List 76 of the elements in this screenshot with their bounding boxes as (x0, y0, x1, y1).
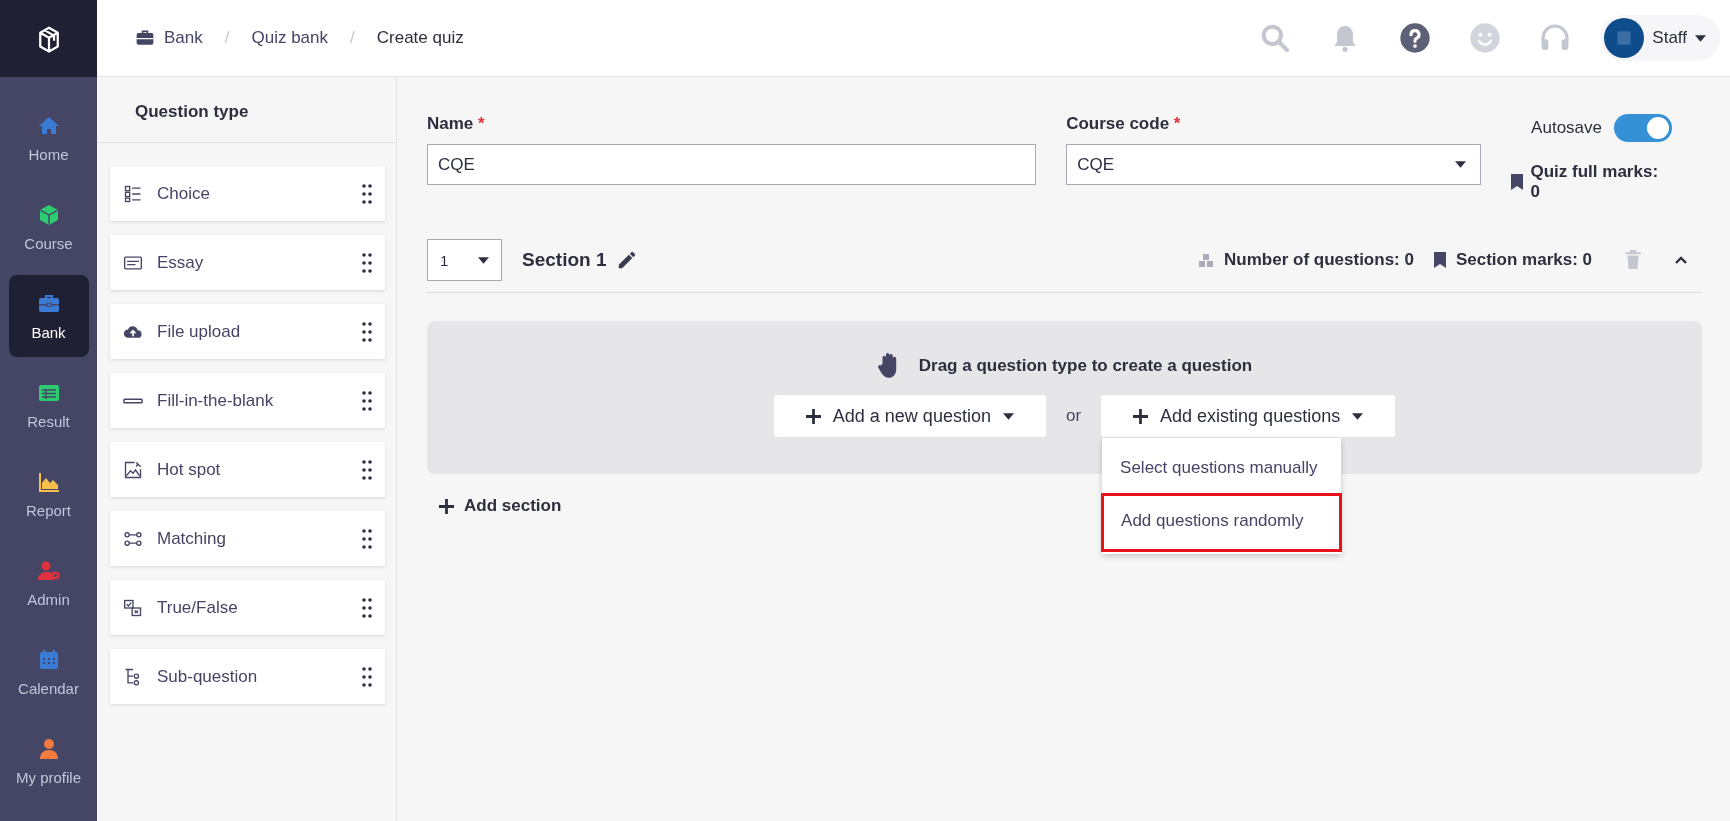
drag-handle-icon[interactable] (362, 597, 372, 618)
caret-icon (1002, 412, 1014, 420)
or-label: or (1065, 406, 1082, 426)
field-label: Course code * (1066, 114, 1182, 135)
drag-handle-icon[interactable] (362, 321, 372, 342)
question-type-label: Hot spot (157, 459, 221, 480)
menu-item[interactable]: Select questions manually (1102, 451, 1342, 483)
question-type-label: Essay (157, 252, 204, 273)
drag-handle-icon[interactable] (362, 459, 372, 480)
chevron-up-icon[interactable] (1674, 255, 1688, 265)
section-marks: Section marks: 0 (1455, 250, 1592, 270)
avatar-icon (1604, 18, 1645, 58)
panel-title: Question type (97, 77, 394, 143)
bookmark-icon (1433, 252, 1446, 268)
nav-item[interactable]: Admin (8, 542, 89, 624)
question-type-label: True/False (157, 597, 238, 618)
truefalse-question-icon (123, 597, 143, 618)
question-type-card[interactable]: File upload (110, 304, 385, 359)
nav-item[interactable]: Home (8, 97, 89, 179)
plus-icon (805, 408, 821, 424)
question-type-label: Matching (157, 528, 226, 549)
breadcrumb-link[interactable]: Bank (134, 28, 203, 48)
caret-icon (478, 256, 489, 264)
caret-icon (1454, 161, 1466, 168)
caret-icon (1695, 34, 1706, 42)
caret-icon (1352, 412, 1364, 420)
autosave-label: Autosave (1531, 118, 1602, 138)
blocks-icon (1198, 252, 1215, 268)
question-type-card[interactable]: Hot spot (110, 442, 385, 497)
breadcrumb-separator: / (224, 28, 230, 48)
hotspot-question-icon (123, 459, 143, 480)
section-title: Section 1 (522, 249, 607, 271)
nav-item[interactable]: Result (8, 364, 89, 446)
nav-item[interactable]: Bank (8, 275, 89, 357)
autosave-toggle[interactable] (1614, 114, 1672, 142)
question-type-label: File upload (157, 321, 241, 342)
nav-item[interactable]: My profile (8, 720, 89, 802)
question-type-label: Sub-question (157, 666, 258, 687)
question-type-card[interactable]: Fill-in-the-blank (110, 373, 385, 428)
question-type-card[interactable]: True/False (110, 580, 385, 635)
question-type-label: Choice (157, 183, 210, 204)
question-type-card[interactable]: Matching (110, 511, 385, 566)
question-type-card[interactable]: Sub-question (110, 649, 385, 704)
user-menu-button[interactable]: Staff (1601, 15, 1720, 61)
name-input[interactable]: CQE (427, 144, 1037, 185)
drag-handle-icon[interactable] (362, 528, 372, 549)
breadcrumb-link[interactable]: Quiz bank (251, 28, 329, 48)
plus-icon (439, 498, 454, 514)
drag-handle-icon[interactable] (362, 183, 372, 204)
breadcrumb-separator: / (350, 28, 355, 48)
drag-handle-icon[interactable] (362, 666, 372, 687)
drag-handle-icon[interactable] (362, 390, 372, 411)
nav-item[interactable]: Calendar (8, 631, 89, 713)
add-existing-questions-button[interactable]: Add existing questions (1101, 395, 1396, 437)
bookmark-icon (1510, 174, 1523, 190)
blank-question-icon (123, 397, 143, 404)
section-number-select[interactable]: 1 (427, 239, 502, 281)
breadcrumb-current: Create quiz (376, 28, 464, 48)
briefcase-icon (134, 28, 156, 48)
add-section-link[interactable]: Add section (439, 496, 562, 516)
question-type-card[interactable]: Essay (110, 235, 385, 290)
question-type-label: Fill-in-the-blank (157, 390, 274, 411)
drag-handle-icon[interactable] (362, 252, 372, 273)
plus-icon (1133, 408, 1149, 424)
quiz-full-marks: Quiz full marks: 0 (1530, 162, 1660, 202)
course-code-select[interactable]: CQE (1066, 144, 1481, 185)
question-type-card[interactable]: Choice (110, 166, 385, 221)
drop-hint: Drag a question type to create a question (918, 356, 1253, 376)
nav-item[interactable]: Report (8, 453, 89, 535)
field-label: Name * (427, 114, 486, 135)
add-new-question-button[interactable]: Add a new question (773, 395, 1046, 437)
menu-item[interactable]: Add questions randomly (1103, 495, 1341, 550)
nav-item[interactable]: Course (8, 186, 89, 268)
choice-question-icon (123, 183, 143, 204)
question-count: Number of questions: 0 (1224, 250, 1414, 270)
help-icon[interactable] (1399, 22, 1432, 54)
